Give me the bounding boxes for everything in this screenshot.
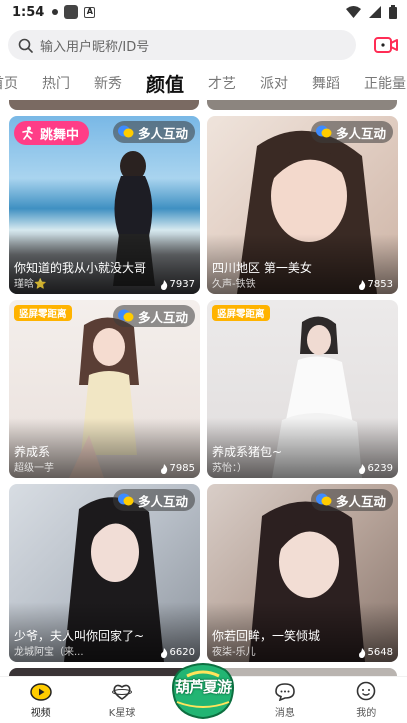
multi-interaction-badge: 多人互动	[310, 121, 393, 143]
signal-icon	[369, 6, 381, 18]
live-card-5[interactable]: 多人互动 少爷，夫人叫你回家了~ 龙城阿宝（来... 6620	[9, 484, 200, 662]
category-tabs: 首页 热门 新秀 颜值 才艺 派对 舞蹈 正能量	[0, 66, 407, 100]
fire-icon	[358, 647, 365, 658]
nav-label: K星球	[108, 708, 136, 719]
live-card-3[interactable]: 竖屏零距离 多人互动 养成系 超级一芋 7985	[9, 300, 200, 478]
multi-interaction-badge: 多人互动	[310, 489, 393, 511]
fire-icon	[160, 279, 167, 290]
chat-bubble-icon	[315, 125, 332, 138]
live-card-2[interactable]: 多人互动 四川地区 第一美女 久声-铁铁 7853	[207, 116, 398, 294]
battery-icon	[389, 5, 397, 19]
nav-label: 消息	[274, 708, 295, 719]
live-camera-button[interactable]	[372, 31, 400, 59]
card-host: 超级一芋	[14, 463, 54, 474]
search-row: 输入用户昵称/ID号	[8, 30, 400, 60]
a-notification-icon: A	[84, 6, 96, 18]
nav-profile[interactable]: 我的	[326, 676, 407, 723]
tab-positive[interactable]: 正能量	[364, 73, 406, 93]
fire-icon	[358, 279, 365, 290]
previous-row-peek	[9, 100, 398, 110]
tab-party[interactable]: 派对	[260, 73, 288, 93]
search-placeholder: 输入用户昵称/ID号	[40, 39, 150, 55]
nav-messages[interactable]: 消息	[244, 676, 325, 723]
chat-bubble-icon	[315, 493, 332, 506]
tab-home[interactable]: 首页	[0, 73, 18, 93]
camera-icon	[374, 37, 398, 53]
tab-beauty[interactable]: 颜值	[146, 70, 184, 97]
chat-bubble-icon	[117, 493, 134, 506]
status-bar: 1:54 A	[0, 0, 407, 24]
tab-new[interactable]: 新秀	[94, 73, 122, 93]
video-icon	[29, 683, 52, 701]
multi-interaction-label: 多人互动	[137, 125, 188, 141]
peek-card-right	[207, 100, 397, 110]
live-card-1[interactable]: 跳舞中 多人互动 你知道的我从小就没大哥 瑾晗⭐ 7937	[9, 116, 200, 294]
nav-label: 我的	[356, 708, 377, 719]
tab-hot[interactable]: 热门	[42, 73, 70, 93]
center-logo-button[interactable]: 葫芦夏游	[167, 662, 239, 720]
nav-k-planet[interactable]: K星球	[81, 676, 162, 723]
multi-interaction-badge: 多人互动	[112, 489, 195, 511]
tab-dance[interactable]: 舞蹈	[312, 73, 340, 93]
dance-icon	[22, 126, 33, 140]
search-icon	[18, 38, 33, 53]
center-logo-text: 葫芦夏游	[174, 678, 232, 696]
multi-interaction-label: 多人互动	[335, 493, 386, 509]
vertical-screen-badge: 竖屏零距离	[14, 305, 72, 321]
notification-dot-icon	[52, 9, 59, 15]
fire-icon	[358, 463, 365, 474]
multi-interaction-label: 多人互动	[137, 309, 188, 325]
card-title: 少爷，夫人叫你回家了~	[14, 629, 145, 643]
multi-interaction-badge: 多人互动	[112, 305, 195, 327]
card-host: 瑾晗⭐	[14, 279, 47, 290]
card-title: 你知道的我从小就没大哥	[14, 261, 147, 275]
card-title: 养成系	[14, 445, 51, 459]
peek-card-left	[9, 100, 199, 110]
viewer-count: 6620	[160, 647, 195, 658]
profile-icon	[356, 681, 376, 701]
card-title: 你若回眸，一笑倾城	[212, 629, 321, 643]
dancing-badge: 跳舞中	[14, 121, 90, 145]
message-icon	[275, 683, 295, 701]
tab-talent[interactable]: 才艺	[208, 73, 236, 93]
nav-label: 视频	[30, 708, 51, 719]
fire-icon	[160, 463, 167, 474]
dancing-badge-label: 跳舞中	[40, 127, 80, 143]
nav-video[interactable]: 视频	[0, 676, 81, 723]
card-host: 龙城阿宝（来...	[14, 647, 84, 658]
fire-icon	[160, 647, 167, 658]
search-input[interactable]: 输入用户昵称/ID号	[8, 30, 356, 60]
wifi-icon	[346, 6, 361, 18]
live-card-4[interactable]: 竖屏零距离 养成系猪包~ 苏怡：） 6239	[207, 300, 398, 478]
chat-bubble-icon	[117, 309, 134, 322]
card-host: 久声-铁铁	[212, 279, 256, 290]
card-title: 四川地区 第一美女	[212, 261, 312, 275]
viewer-count: 7937	[160, 279, 195, 290]
multi-interaction-badge: 多人互动	[112, 121, 195, 143]
heart-planet-icon	[112, 684, 133, 700]
app-notification-icon	[64, 5, 79, 19]
vertical-screen-badge: 竖屏零距离	[212, 305, 270, 321]
viewer-count: 7853	[358, 279, 393, 290]
chat-bubble-icon	[117, 125, 134, 138]
multi-interaction-label: 多人互动	[137, 493, 188, 509]
status-time: 1:54	[12, 4, 45, 20]
viewer-count: 7985	[160, 463, 195, 474]
card-host: 苏怡：）	[212, 463, 247, 474]
live-room-grid: 跳舞中 多人互动 你知道的我从小就没大哥 瑾晗⭐ 7937 多人互动 四川地区 …	[9, 100, 398, 676]
multi-interaction-label: 多人互动	[335, 125, 386, 141]
card-title: 养成系猪包~	[212, 445, 283, 459]
viewer-count: 5648	[358, 647, 393, 658]
viewer-count: 6239	[358, 463, 393, 474]
card-host: 夜柒-乐儿	[212, 647, 256, 658]
live-card-6[interactable]: 多人互动 你若回眸，一笑倾城 夜柒-乐儿 5648	[207, 484, 398, 662]
